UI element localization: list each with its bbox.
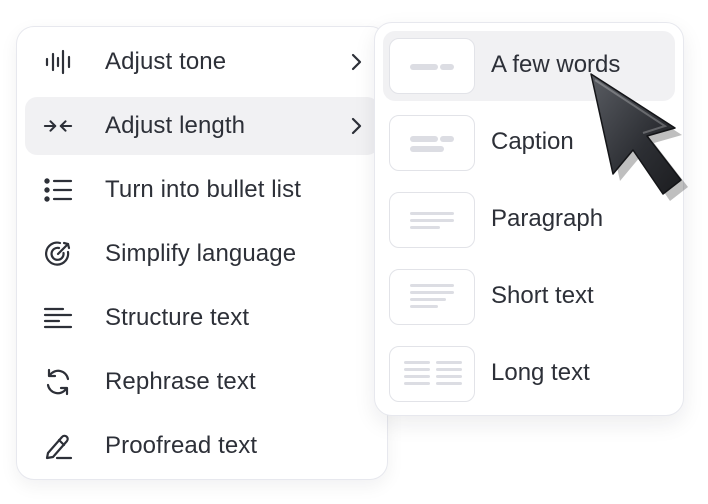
menu-item-adjust-tone[interactable]: Adjust tone — [25, 33, 379, 91]
waveform-icon — [43, 47, 73, 77]
bullet-list-icon — [43, 175, 73, 205]
menu-item-bullet-list[interactable]: Turn into bullet list — [25, 161, 379, 219]
option-label: Short text — [491, 282, 594, 309]
menu-item-label: Simplify language — [105, 240, 297, 267]
ai-actions-menu: Adjust tone Adjust length Turn into bull… — [16, 26, 388, 480]
paragraph-thumbnail-icon — [389, 192, 475, 248]
few-words-thumbnail-icon — [389, 38, 475, 94]
menu-item-structure-text[interactable]: Structure text — [25, 289, 379, 347]
chevron-right-icon — [351, 53, 362, 71]
pen-icon — [43, 431, 73, 461]
menu-item-adjust-length[interactable]: Adjust length — [25, 97, 379, 155]
mouse-pointer-icon — [590, 73, 688, 201]
menu-item-simplify-language[interactable]: Simplify language — [25, 225, 379, 283]
length-option-long-text[interactable]: Long text — [383, 339, 675, 409]
align-left-icon — [43, 303, 73, 333]
compress-arrows-icon — [43, 111, 73, 141]
menu-item-label: Adjust length — [105, 112, 246, 139]
refresh-icon — [43, 367, 73, 397]
chevron-right-icon — [351, 117, 362, 135]
menu-item-label: Rephrase text — [105, 368, 256, 395]
target-icon — [43, 239, 73, 269]
menu-item-label: Turn into bullet list — [105, 176, 301, 203]
short-text-thumbnail-icon — [389, 269, 475, 325]
menu-item-label: Structure text — [105, 304, 250, 331]
option-label: Caption — [491, 128, 574, 155]
length-option-short-text[interactable]: Short text — [383, 262, 675, 332]
option-label: Long text — [491, 359, 590, 386]
menu-item-label: Adjust tone — [105, 48, 227, 75]
menu-item-rephrase-text[interactable]: Rephrase text — [25, 353, 379, 411]
menu-item-proofread-text[interactable]: Proofread text — [25, 417, 379, 475]
long-text-thumbnail-icon — [389, 346, 475, 402]
caption-thumbnail-icon — [389, 115, 475, 171]
menu-item-label: Proofread text — [105, 432, 258, 459]
